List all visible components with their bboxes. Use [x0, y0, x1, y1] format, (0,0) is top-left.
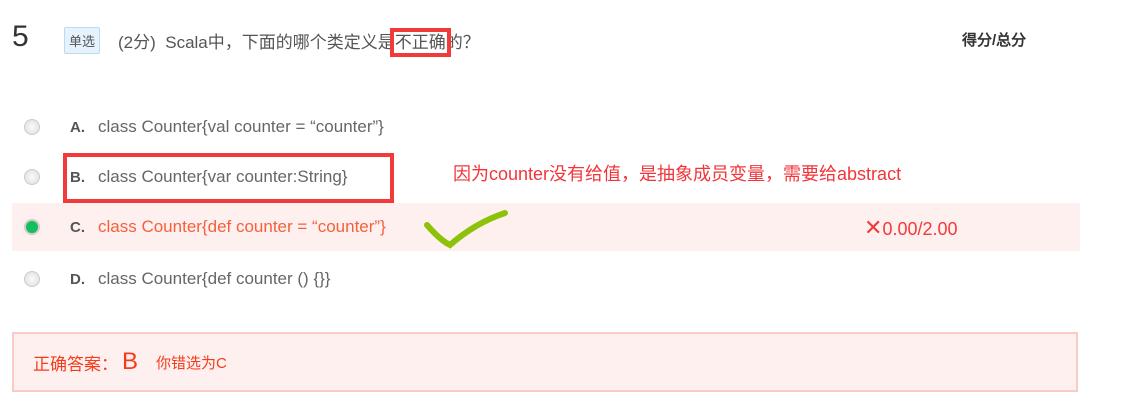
option-a[interactable]: A. class Counter{val counter = “counter”} [12, 103, 1080, 151]
question-text-before: Scala中，下面的哪个类定义是 [165, 33, 395, 52]
correct-answer: B [122, 348, 139, 375]
question-points: (2分) [118, 33, 156, 52]
wrong-icon: ✕ [864, 215, 883, 240]
result-score: ✕0.00/2.00 [864, 215, 958, 241]
question-type-badge: 单选 [64, 27, 101, 54]
annotation-box [63, 153, 394, 203]
option-d[interactable]: D. class Counter{def counter () {}} [12, 255, 1080, 303]
option-text: class Counter{def counter = “counter”} [98, 217, 386, 236]
answer-label: 正确答案： [33, 354, 118, 374]
radio-b[interactable] [24, 169, 40, 185]
option-letter: C. [70, 218, 85, 236]
annotation-note: 因为counter没有给值，是抽象成员变量，需要给abstract [453, 164, 902, 184]
radio-c[interactable] [24, 219, 40, 235]
question-number: 5 [12, 20, 29, 53]
option-letter: D. [70, 270, 85, 288]
question-text: (2分) Scala中，下面的哪个类定义是不正确的？ [118, 28, 480, 57]
answer-panel: 正确答案： B 你错选为C [12, 332, 1078, 392]
option-letter: A. [70, 118, 85, 136]
score-value: 0.00/2.00 [882, 219, 958, 239]
checkmark-icon [424, 210, 508, 249]
option-text: class Counter{def counter () {}} [98, 269, 331, 288]
radio-d[interactable] [24, 271, 40, 287]
highlight-box: 不正确 [389, 28, 451, 57]
radio-a[interactable] [24, 119, 40, 135]
score-header: 得分/总分 [962, 32, 1027, 49]
option-text: class Counter{val counter = “counter”} [98, 117, 384, 136]
wrong-selection: 你错选为C [156, 354, 227, 372]
question-text-after: 的？ [445, 33, 480, 52]
